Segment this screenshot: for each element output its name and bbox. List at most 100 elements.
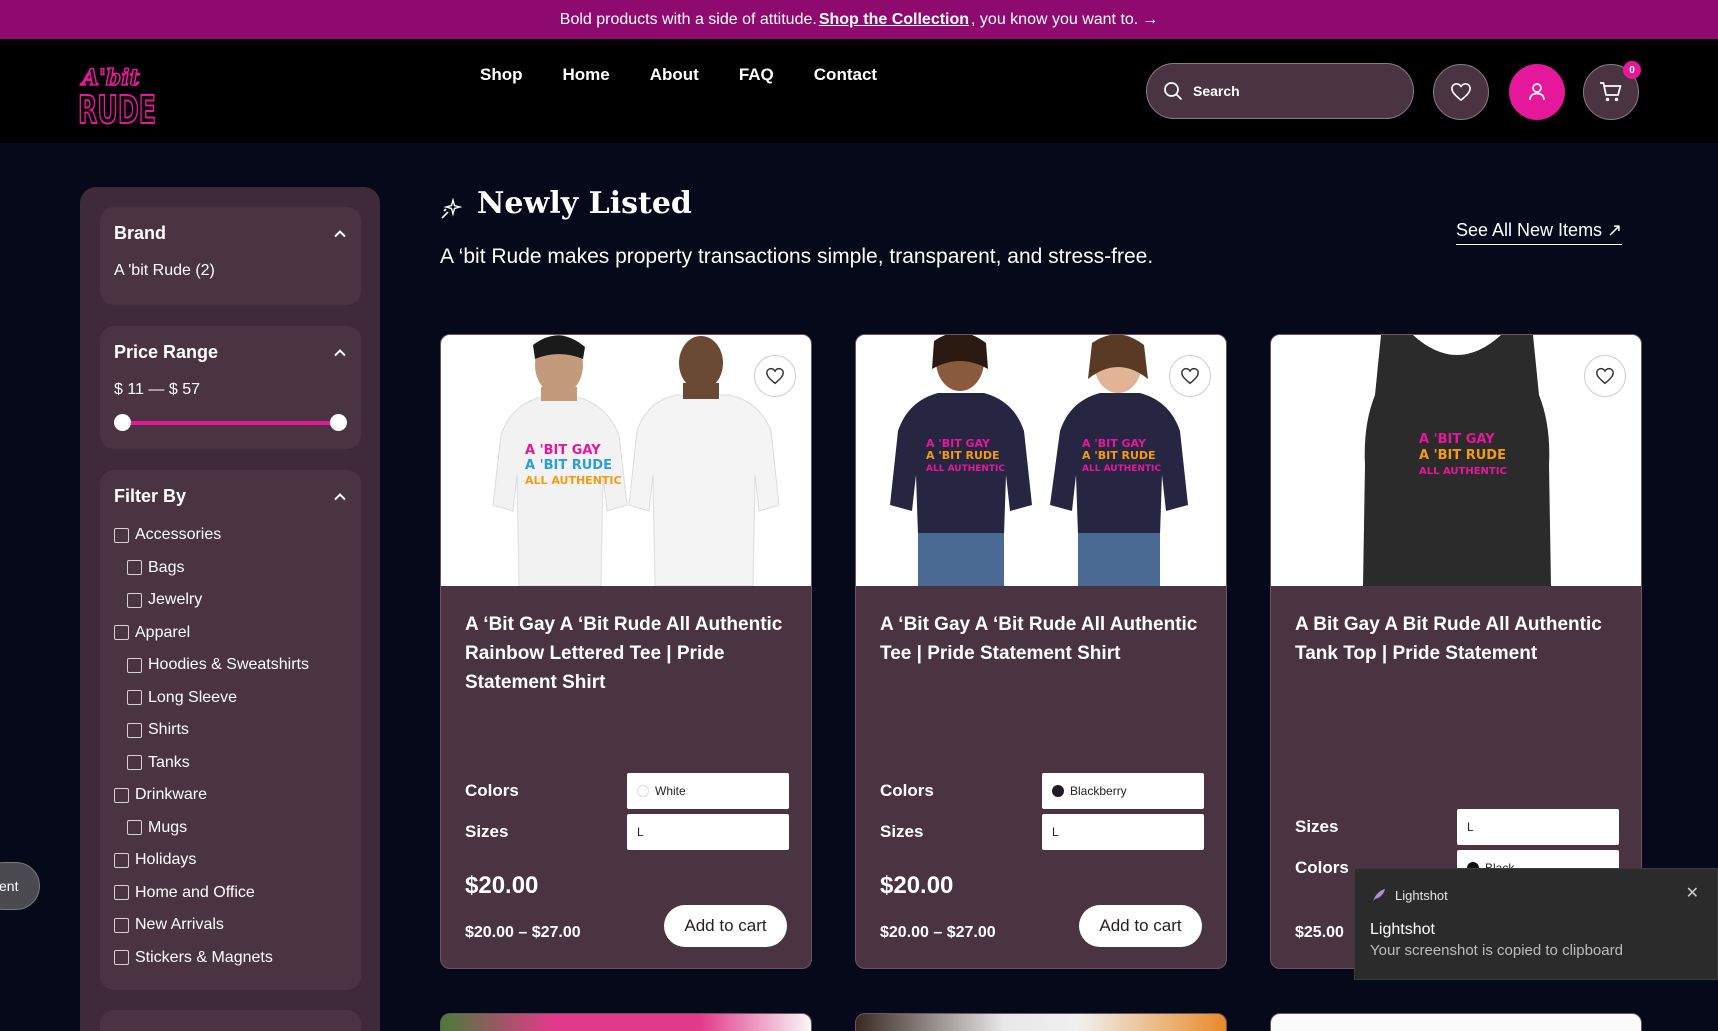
filter-checkbox[interactable]: [127, 755, 142, 771]
product-card-peek[interactable]: [440, 1013, 812, 1031]
price-slider-max-handle[interactable]: [330, 414, 347, 431]
print-line: ALL AUTHENTIC: [1082, 464, 1161, 474]
filter-checkbox[interactable]: [127, 820, 142, 836]
filter-checkbox[interactable]: [127, 722, 142, 738]
size-select[interactable]: L: [1457, 809, 1619, 845]
print-line: A 'BIT GAY: [1419, 432, 1495, 447]
add-to-wishlist-button[interactable]: [1584, 355, 1626, 397]
size-value: L: [637, 825, 644, 839]
product-title[interactable]: A ‘Bit Gay A ‘Bit Rude All Authentic Rai…: [465, 610, 795, 697]
nav-shop[interactable]: Shop: [480, 65, 523, 85]
brand-panel-header[interactable]: Brand: [114, 223, 347, 244]
filter-checkbox[interactable]: [114, 885, 129, 901]
close-icon[interactable]: ✕: [1686, 883, 1699, 903]
option-label: Colors: [880, 781, 934, 800]
option-label: Sizes: [880, 822, 924, 841]
product-image[interactable]: A 'BIT GAY A 'BIT RUDE ALL AUTHENTIC: [441, 335, 811, 586]
filter-label: Drinkware: [135, 786, 208, 804]
nav-about[interactable]: About: [650, 65, 699, 85]
product-card[interactable]: A 'BIT GAY A 'BIT RUDE ALL AUTHENTIC A '…: [855, 334, 1227, 969]
filter-checkbox[interactable]: [114, 787, 129, 803]
add-to-cart-button[interactable]: Add to cart: [664, 905, 787, 947]
filter-item[interactable]: Tanks: [114, 747, 347, 780]
color-select[interactable]: White: [627, 773, 789, 809]
option-label: Colors: [465, 781, 519, 800]
size-select[interactable]: L: [1042, 814, 1204, 850]
filter-item[interactable]: Home and Office: [114, 877, 347, 910]
filter-item[interactable]: Apparel: [114, 617, 347, 650]
brand-panel: Brand A 'bit Rude (2): [100, 207, 361, 305]
filter-item[interactable]: Drinkware: [114, 779, 347, 812]
filter-panel-header[interactable]: Filter By: [114, 486, 347, 507]
filter-checkbox[interactable]: [127, 657, 142, 673]
filter-item[interactable]: New Arrivals: [114, 909, 347, 942]
print-line: A 'BIT GAY: [525, 443, 601, 458]
price-slider-min-handle[interactable]: [114, 414, 131, 431]
filter-item[interactable]: Mugs: [114, 812, 347, 845]
print-line: A 'BIT RUDE: [1419, 448, 1506, 463]
filter-label: Hoodies & Sweatshirts: [148, 656, 309, 674]
product-card-peek[interactable]: [855, 1013, 1227, 1031]
nav-home[interactable]: Home: [563, 65, 610, 85]
feather-icon: [1373, 889, 1385, 901]
sparkle-icon: [441, 198, 462, 219]
brand-logo[interactable]: A'bit RUDE: [77, 57, 168, 133]
filter-item[interactable]: Accessories: [114, 519, 347, 552]
filter-item[interactable]: Shirts: [114, 714, 347, 747]
shop-collection-link[interactable]: Shop the Collection: [819, 11, 969, 29]
wishlist-button[interactable]: [1433, 64, 1489, 120]
product-image[interactable]: A 'BIT GAY A 'BIT RUDE ALL AUTHENTIC: [1271, 335, 1641, 586]
filter-checkbox[interactable]: [114, 625, 129, 641]
price-panel: Price Range $ 11 — $ 57: [100, 326, 361, 449]
product-title[interactable]: A ‘Bit Gay A ‘Bit Rude All Authentic Tee…: [880, 610, 1210, 668]
brand-filter-item[interactable]: A 'bit Rude (2): [114, 262, 347, 280]
filter-item[interactable]: Long Sleeve: [114, 682, 347, 715]
filter-checkbox[interactable]: [114, 852, 129, 868]
price-slider-track[interactable]: [114, 414, 347, 431]
filter-label: Holidays: [135, 851, 197, 869]
add-to-wishlist-button[interactable]: [1169, 355, 1211, 397]
add-to-cart-button[interactable]: Add to cart: [1079, 905, 1202, 947]
size-select[interactable]: L: [627, 814, 789, 850]
search-icon: [1164, 82, 1182, 100]
toast-message: Your screenshot is copied to clipboard: [1370, 942, 1623, 959]
print-line: A 'BIT RUDE: [1082, 449, 1156, 462]
search-box[interactable]: [1146, 63, 1414, 119]
filter-checkbox[interactable]: [114, 527, 129, 543]
product-title[interactable]: A Bit Gay A Bit Rude All Authentic Tank …: [1295, 610, 1625, 668]
price-panel-header[interactable]: Price Range: [114, 342, 347, 363]
filter-checkbox[interactable]: [114, 917, 129, 933]
filter-label: New Arrivals: [135, 916, 224, 934]
cart-button[interactable]: 0: [1583, 61, 1641, 120]
product-price-range: $20.00 – $27.00: [880, 924, 996, 941]
color-select[interactable]: Blackberry: [1042, 773, 1204, 809]
filter-item[interactable]: Jewelry: [114, 584, 347, 617]
feedback-tab[interactable]: ent: [0, 862, 40, 910]
account-button[interactable]: [1509, 64, 1565, 120]
product-image[interactable]: A 'BIT GAY A 'BIT RUDE ALL AUTHENTIC A '…: [856, 335, 1226, 586]
filter-item[interactable]: Stickers & Magnets: [114, 942, 347, 975]
product-card-peek[interactable]: [1270, 1013, 1642, 1031]
toast-title: Lightshot: [1370, 921, 1435, 938]
heart-icon: [1451, 83, 1471, 101]
product-card[interactable]: A 'BIT GAY A 'BIT RUDE ALL AUTHENTIC A ‘…: [440, 334, 812, 969]
filter-checkbox[interactable]: [127, 690, 142, 706]
size-option-row: Sizes L: [880, 814, 1204, 850]
filter-checkbox[interactable]: [127, 560, 142, 576]
site-header: A'bit RUDE Shop Home About FAQ Contact S…: [0, 39, 1718, 143]
filter-item[interactable]: Holidays: [114, 844, 347, 877]
filter-checkbox[interactable]: [114, 950, 129, 966]
print-line: ALL AUTHENTIC: [1419, 466, 1507, 477]
search-input[interactable]: [1193, 83, 1393, 99]
announcement-bar: Bold products with a side of attitude. S…: [0, 0, 1718, 39]
filter-label: Shirts: [148, 721, 189, 739]
add-to-wishlist-button[interactable]: [754, 355, 796, 397]
nav-faq[interactable]: FAQ: [739, 65, 774, 85]
filter-checkbox[interactable]: [127, 592, 142, 608]
option-label: Colors: [1295, 858, 1349, 877]
filter-item[interactable]: Bags: [114, 552, 347, 585]
see-all-new-items-link[interactable]: See All New Items ↗: [1456, 220, 1623, 245]
nav-contact[interactable]: Contact: [814, 65, 877, 85]
filter-item[interactable]: Hoodies & Sweatshirts: [114, 649, 347, 682]
filter-label: Jewelry: [148, 591, 203, 609]
